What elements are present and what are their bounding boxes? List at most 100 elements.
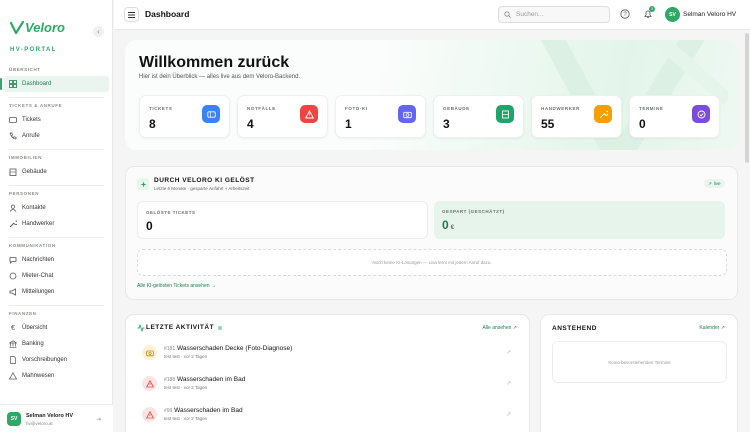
live-label: live (713, 181, 721, 186)
saved-unit: € (450, 225, 455, 231)
ticket-icon (9, 116, 17, 124)
activity-row[interactable]: #181 Wasserschaden Decke (Foto-Diagnose)… (137, 342, 520, 366)
activity-row-meta: test test · vor 2 Tagen (164, 416, 208, 421)
top-user-name[interactable]: Selman Veloro HV (683, 11, 736, 18)
stat-card-craftsmen[interactable]: HANDWERKER 55 (531, 95, 622, 138)
welcome-title: Willkommen zurück (139, 54, 290, 71)
arrow-icon: ↗ (720, 325, 725, 331)
sidebar-item-contacts[interactable]: Kontakte (4, 200, 109, 216)
sidebar-item-label: Vorschreibungen (22, 357, 68, 363)
calendar-link-label: Kalender (699, 325, 720, 331)
calendar-link[interactable]: Kalender ↗ (699, 325, 725, 331)
stat-value: 8 (149, 117, 156, 131)
stat-label: TERMINE (639, 106, 664, 111)
stat-card-photo-ai[interactable]: FOTO-KI 1 (335, 95, 426, 138)
sidebar-item-finance-overview[interactable]: € Übersicht (4, 320, 109, 336)
arrow-icon: ↗ (512, 325, 517, 331)
collapse-sidebar-button[interactable]: ‹ (93, 26, 104, 37)
activity-row[interactable]: #99 Wasserschaden im Bad test test · vor… (137, 404, 520, 428)
sidebar-nav: ÜBERSICHT Dashboard TICKETS & ANRUFE Tic… (0, 66, 113, 384)
sidebar-item-buildings[interactable]: Gebäude (4, 164, 109, 180)
chevron-left-icon: ‹ (97, 27, 100, 36)
logo[interactable]: Veloro (10, 20, 65, 35)
help-icon[interactable]: ? (620, 9, 630, 19)
top-avatar[interactable]: SV (665, 7, 680, 22)
sidebar-item-announcements[interactable]: Mitteilungen (4, 284, 109, 300)
activity-row[interactable]: #188 Wasserschaden im Bad test test · vo… (137, 373, 520, 397)
sidebar-item-label: Kontakte (22, 205, 46, 211)
ki-all-link[interactable]: Alle KI-gelösten Tickets ansehen → (137, 283, 216, 289)
sidebar-item-banking[interactable]: Banking (4, 336, 109, 352)
sidebar-item-prescriptions[interactable]: Vorschreibungen (4, 352, 109, 368)
solved-value: 0 (146, 219, 153, 233)
activity-row-meta: test test · vor 2 Tagen (164, 354, 208, 359)
scrollbar[interactable] (744, 30, 750, 432)
bank-icon (9, 340, 17, 348)
hamburger-icon (128, 11, 135, 18)
page-title: Dashboard (145, 9, 190, 19)
divider (9, 97, 104, 98)
building-icon (9, 168, 17, 176)
sidebar-item-craftsmen[interactable]: Handwerker (4, 216, 109, 232)
saved-value: 0 (442, 218, 449, 232)
solved-label: GELÖSTE TICKETS (146, 210, 196, 215)
dashboard-icon (9, 80, 17, 88)
stat-label: FOTO-KI (345, 106, 368, 111)
section-title-overview: ÜBERSICHT (9, 67, 41, 72)
activity-row-title: #99 Wasserschaden im Bad (164, 407, 243, 414)
sidebar-item-tenant-chat[interactable]: Mieter-Chat (4, 268, 109, 284)
user-email: hv@veloro.at (26, 421, 53, 426)
saved-card: GESPART (GESCHÄTZT) 0 € (434, 201, 725, 239)
activity-row-title: #181 Wasserschaden Decke (Foto-Diagnose) (164, 345, 292, 352)
activity-all-label: Alle ansehen (482, 325, 512, 331)
activity-all-link[interactable]: Alle ansehen ↗ (482, 325, 517, 331)
stat-label: TICKETS (149, 106, 173, 111)
activity-row-title: #188 Wasserschaden im Bad (164, 376, 245, 383)
ki-empty-state: Noch keine KI-Lösungen — Lisa lernt mit … (137, 249, 727, 276)
sidebar-item-messages[interactable]: Nachrichten (4, 252, 109, 268)
sidebar-item-dunning[interactable]: Mahnwesen (4, 368, 109, 384)
stat-card-buildings[interactable]: GEBÄUDE 3 (433, 95, 524, 138)
message-icon (9, 256, 17, 264)
sidebar-item-dashboard[interactable]: Dashboard (0, 76, 109, 92)
stat-card-emergencies[interactable]: NOTFÄLLE 4 (237, 95, 328, 138)
stat-value: 0 (639, 117, 646, 131)
live-dot (218, 325, 223, 330)
sidebar-user[interactable]: SV Selman Veloro HV hv@veloro.at ⇥ (0, 404, 113, 432)
phone-icon (9, 132, 17, 140)
svg-text:?: ? (623, 12, 627, 18)
stat-label: NOTFÄLLE (247, 106, 276, 111)
sidebar-item-label: Tickets (22, 117, 41, 123)
ki-subtitle: Letzte 6 Monate · gespartе Anfahrt + Arb… (154, 186, 250, 191)
sidebar-item-label: Mieter-Chat (22, 273, 54, 279)
wrench-icon (9, 220, 17, 228)
search-input[interactable]: Suchen... (498, 6, 610, 23)
upcoming-panel: ANSTEHEND Kalender ↗ Keine bevorstehende… (540, 314, 738, 432)
divider (9, 305, 104, 306)
welcome-hero: Willkommen zurück Hier ist dein Überblic… (125, 40, 738, 150)
activity-row-meta: test test · vor 2 Tagen (164, 385, 208, 390)
brand-name: Veloro (25, 20, 65, 35)
sidebar-item-tickets[interactable]: Tickets (4, 112, 109, 128)
recent-activity-panel: LETZTE AKTIVITÄT Alle ansehen ↗ #181 Was… (125, 314, 530, 432)
upcoming-empty-state: Keine bevorstehenden Termine (552, 341, 727, 383)
notification-badge: 3 (649, 6, 655, 12)
upcoming-title: ANSTEHEND (552, 325, 597, 332)
stat-card-tickets[interactable]: TICKETS 8 (139, 95, 230, 138)
sidebar-item-calls[interactable]: Anrufe (4, 128, 109, 144)
ticket-title: Wasserschaden Decke (Foto-Diagnose) (176, 345, 293, 352)
check-icon (692, 105, 710, 123)
activity-icon (137, 324, 145, 332)
sidebar-item-label: Gebäude (22, 169, 47, 175)
stat-label: HANDWERKER (541, 106, 580, 111)
stat-value: 1 (345, 117, 352, 131)
sidebar-item-label: Mitteilungen (22, 289, 55, 295)
menu-button[interactable] (124, 7, 139, 22)
sidebar-item-label: Anrufe (22, 133, 40, 139)
scrollbar-thumb[interactable] (745, 33, 749, 163)
logout-icon[interactable]: ⇥ (96, 416, 101, 423)
stat-value: 3 (443, 117, 450, 131)
sidebar: Veloro ‹ HV-PORTAL ÜBERSICHT Dashboard T… (0, 0, 113, 432)
stat-card-appointments[interactable]: TERMINE 0 (629, 95, 720, 138)
document-icon (9, 356, 17, 364)
